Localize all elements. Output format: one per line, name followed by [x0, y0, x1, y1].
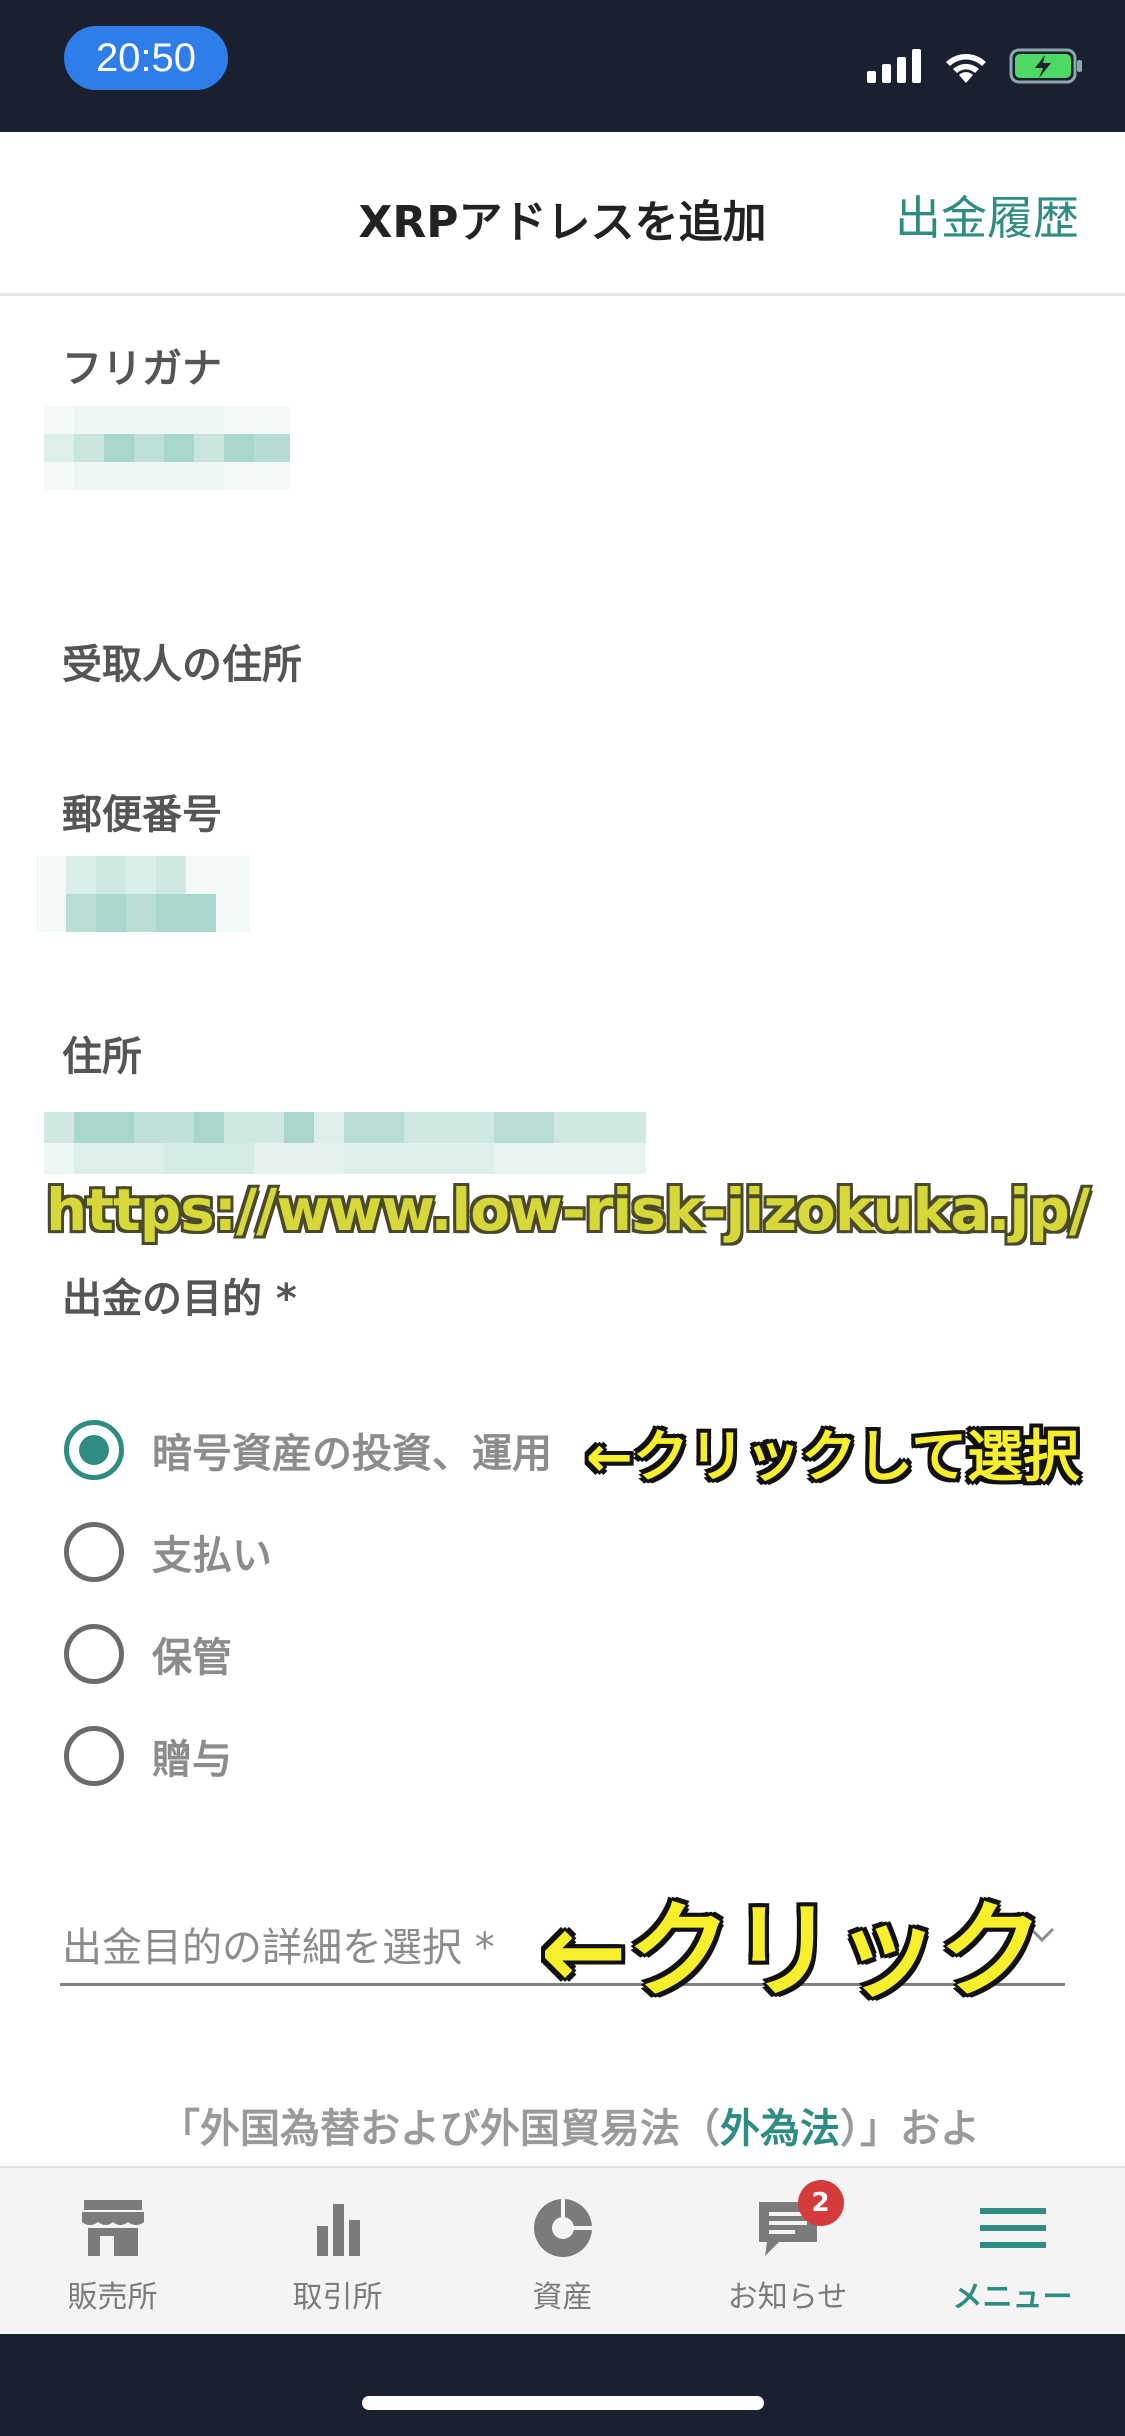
purpose-option-label: 保管: [152, 1635, 232, 1681]
battery-icon: [1009, 48, 1082, 84]
tab-label: お知らせ: [727, 2280, 848, 2315]
click-hint-annotation: ←クリック: [540, 1890, 1044, 2012]
tab-sales[interactable]: 販売所: [0, 2168, 225, 2334]
purpose-option-gift[interactable]: 贈与: [64, 1724, 232, 1788]
purpose-detail-placeholder: 出金目的の詳細を選択 *: [62, 1925, 495, 1971]
select-hint-annotation: ←クリックして選択: [586, 1425, 1080, 1490]
purpose-option-label: 贈与: [152, 1737, 232, 1783]
watermark-url: https://www.low-risk-jizokuka.jp/: [46, 1176, 1090, 1244]
home-indicator[interactable]: [362, 2396, 764, 2410]
furigana-value-redacted: [44, 406, 290, 490]
tab-label: 販売所: [67, 2280, 158, 2315]
nav-header: XRPアドレスを追加 出金履歴: [0, 132, 1125, 296]
status-bar: 20:50: [0, 0, 1125, 132]
status-icons: [867, 44, 1085, 88]
tab-exchange[interactable]: 取引所: [225, 2168, 450, 2334]
wifi-icon: [946, 54, 986, 83]
furigana-label: フリガナ: [62, 346, 222, 392]
tab-label: 資産: [532, 2280, 593, 2315]
radio-button[interactable]: [64, 1624, 124, 1684]
tab-menu[interactable]: メニュー: [900, 2168, 1125, 2334]
notice-prefix: 「外国為替および外国貿易法（: [160, 2106, 720, 2152]
tab-assets[interactable]: 資産: [450, 2168, 675, 2334]
purpose-option-label: 暗号資産の投資、運用: [152, 1431, 552, 1477]
tab-notifications[interactable]: 2 お知らせ: [675, 2168, 900, 2334]
purpose-option-payment[interactable]: 支払い: [64, 1520, 272, 1584]
foreign-exchange-notice: 「外国為替および外国貿易法（外為法）」およ: [160, 2096, 980, 2154]
menu-icon: [979, 2208, 1046, 2248]
notice-suffix: ）」およ: [840, 2106, 980, 2152]
home-indicator-area: [0, 2334, 1125, 2436]
notification-badge: 2: [797, 2180, 844, 2226]
radio-button[interactable]: [64, 1522, 124, 1582]
address-label: 住所: [62, 1034, 142, 1080]
tab-bar: 販売所 取引所 資産 2 お知らせ メニュー: [0, 2166, 1125, 2334]
form-content[interactable]: フリガナ 受取人の住所 郵便番号 住所 https://www.low-risk…: [0, 296, 1125, 2166]
radio-button[interactable]: [64, 1726, 124, 1786]
purpose-option-label: 支払い: [152, 1533, 272, 1579]
notice-link[interactable]: 外為法: [720, 2106, 840, 2152]
postal-code-value-redacted: [36, 856, 250, 932]
status-time: 20:50: [64, 26, 228, 90]
store-icon: [81, 2200, 144, 2256]
postal-code-label: 郵便番号: [62, 792, 222, 838]
radio-button-checked[interactable]: [64, 1420, 124, 1480]
bar-chart-icon: [316, 2204, 360, 2256]
address-value-redacted: [44, 1112, 646, 1174]
withdrawal-history-link[interactable]: 出金履歴: [895, 182, 1079, 248]
purpose-option-investment[interactable]: 暗号資産の投資、運用: [64, 1418, 552, 1482]
purpose-label: 出金の目的 *: [62, 1276, 297, 1322]
purpose-option-storage[interactable]: 保管: [64, 1622, 232, 1686]
pie-chart-icon: [533, 2196, 598, 2257]
recipient-address-label: 受取人の住所: [62, 642, 302, 688]
tab-label: メニュー: [952, 2280, 1073, 2315]
tab-label: 取引所: [292, 2280, 383, 2315]
signal-icon: [867, 49, 921, 83]
